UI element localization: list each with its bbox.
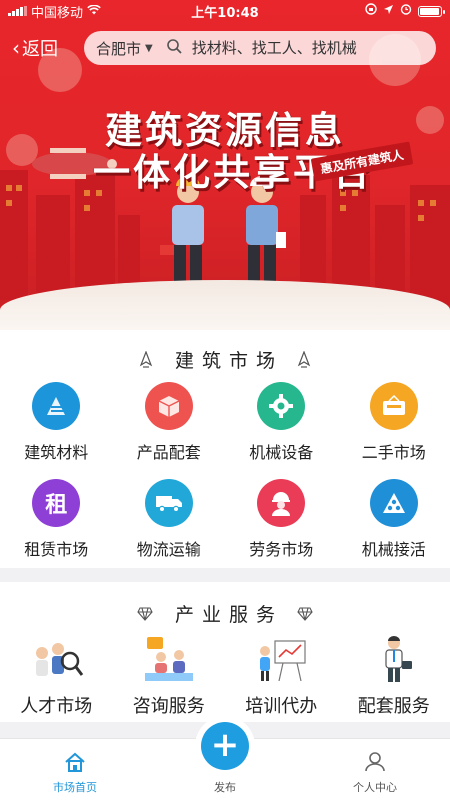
market-section: 建筑市场 建筑材料 产品配套 机械设备 二手市场 租 租赁市场 物流运输 劳务市… xyxy=(0,330,450,568)
tab-label: 个人中心 xyxy=(353,781,397,794)
back-label: 返回 xyxy=(22,39,58,60)
rent-icon: 租 xyxy=(32,479,81,527)
market-item-rental[interactable]: 租 租赁市场 xyxy=(0,479,113,560)
caret-down-icon: ▼ xyxy=(145,42,153,54)
service-item-support[interactable]: 配套服务 xyxy=(338,634,450,718)
market-item-label: 二手市场 xyxy=(361,443,426,462)
market-item-label: 建筑材料 xyxy=(24,443,89,462)
service-item-label: 咨询服务 xyxy=(132,696,205,717)
service-item-consult[interactable]: 咨询服务 xyxy=(113,634,226,718)
ornament-right-icon xyxy=(297,350,311,369)
market-item-label: 物流运输 xyxy=(136,540,201,559)
service-item-talent[interactable]: 人才市场 xyxy=(0,634,113,718)
tab-user-center[interactable]: 个人中心 xyxy=(315,739,435,800)
market-item-labor[interactable]: 劳务市场 xyxy=(225,479,338,560)
market-item-label: 租赁市场 xyxy=(24,540,89,559)
truck-icon xyxy=(144,479,193,527)
services-grid: 人才市场 咨询服务 培训代办 配套服务 xyxy=(0,634,450,718)
market-item-label: 产品配套 xyxy=(136,443,201,462)
city-label: 合肥市 xyxy=(96,39,142,58)
market-item-label: 机械接活 xyxy=(361,540,426,559)
market-item-materials[interactable]: 建筑材料 xyxy=(0,382,113,463)
diamond-right-icon xyxy=(297,606,313,621)
tab-label: 市场首页 xyxy=(53,781,97,794)
publish-button[interactable]: + xyxy=(201,722,249,770)
service-item-label: 培训代办 xyxy=(245,696,318,717)
talent-icon xyxy=(27,634,85,686)
services-section: 产业服务 人才市场 咨询服务 培训代办 配套服务 xyxy=(0,582,450,722)
back-button[interactable]: ‹ 返回 xyxy=(0,35,80,61)
gear-icon xyxy=(257,382,306,430)
top-nav: ‹ 返回 合肥市 ▼ xyxy=(0,30,450,66)
service-item-training[interactable]: 培训代办 xyxy=(225,634,338,718)
services-title: 产业服务 xyxy=(174,604,283,626)
home-icon xyxy=(64,752,86,776)
machine-icon xyxy=(369,479,418,527)
ornament-left-icon xyxy=(139,350,153,369)
market-header: 建筑市场 xyxy=(0,346,450,373)
search-bar: 合肥市 ▼ xyxy=(84,31,436,65)
service-item-label: 人才市场 xyxy=(20,696,93,717)
materials-icon xyxy=(32,382,81,430)
search-input[interactable] xyxy=(191,39,402,57)
status-bar: 中国移动 上午10:48 xyxy=(0,0,450,22)
market-item-label: 机械设备 xyxy=(249,443,314,462)
search-icon xyxy=(166,38,182,58)
worker-icon xyxy=(257,479,306,527)
market-title: 建筑市场 xyxy=(174,350,283,372)
battery-icon xyxy=(418,5,445,17)
diamond-left-icon xyxy=(137,606,153,621)
service-item-label: 配套服务 xyxy=(357,696,430,717)
box-icon xyxy=(144,382,193,430)
status-time: 上午10:48 xyxy=(191,5,259,21)
market-item-label: 劳务市场 xyxy=(249,540,314,559)
city-selector[interactable]: 合肥市 ▼ xyxy=(96,38,167,59)
market-item-logistics[interactable]: 物流运输 xyxy=(113,479,226,560)
market-grid: 建筑材料 产品配套 机械设备 二手市场 租 租赁市场 物流运输 劳务市场 机械接… xyxy=(0,382,450,560)
shop-icon xyxy=(369,382,418,430)
training-icon xyxy=(252,634,310,686)
support-icon xyxy=(365,634,423,686)
consult-icon xyxy=(140,634,198,686)
chevron-left-icon: ‹ xyxy=(12,36,20,60)
services-header: 产业服务 xyxy=(0,600,450,627)
market-item-secondhand[interactable]: 二手市场 xyxy=(338,382,450,463)
market-item-machine-jobs[interactable]: 机械接活 xyxy=(338,479,450,560)
tab-market-home[interactable]: 市场首页 xyxy=(15,739,135,800)
tab-label: 发布 xyxy=(214,781,236,794)
market-item-products[interactable]: 产品配套 xyxy=(113,382,226,463)
user-icon xyxy=(364,752,386,776)
market-item-machinery[interactable]: 机械设备 xyxy=(225,382,338,463)
plus-icon: + xyxy=(210,725,240,765)
